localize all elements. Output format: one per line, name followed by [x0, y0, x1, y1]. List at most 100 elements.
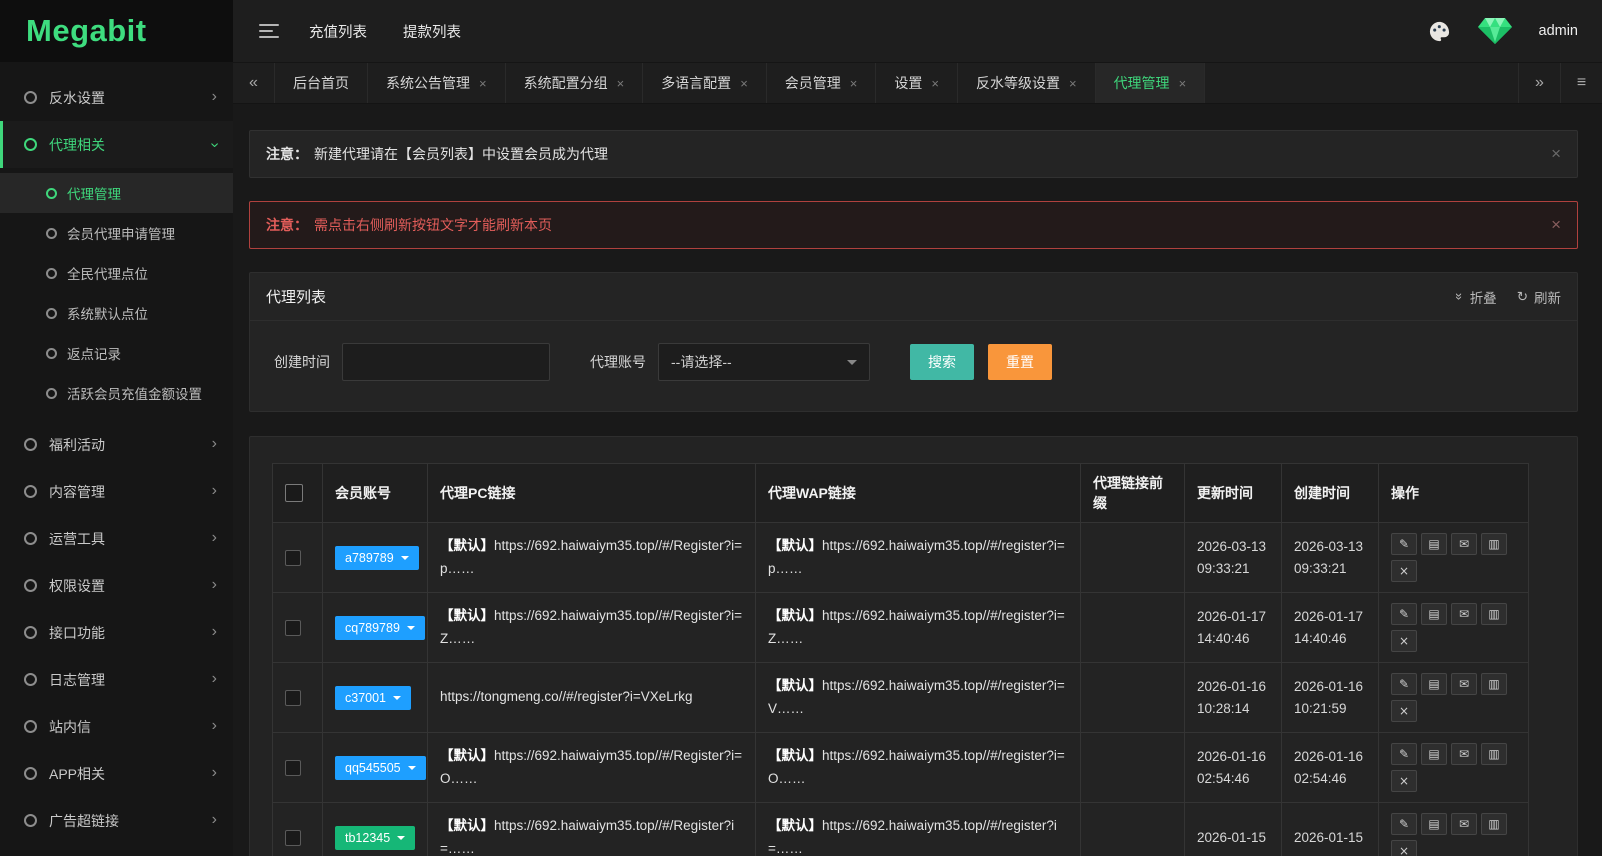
column-header: 代理链接前缀 — [1081, 464, 1185, 523]
sidebar-item[interactable]: APP相关› — [0, 750, 233, 797]
account-button[interactable]: c37001 — [335, 686, 411, 710]
sidebar-item[interactable]: 站内信› — [0, 703, 233, 750]
sidebar-item-label: 福利活动 — [49, 435, 212, 455]
mail-icon[interactable]: ✉ — [1451, 813, 1477, 835]
sidebar-subitem[interactable]: 代理管理 — [0, 173, 233, 213]
tab[interactable]: 代理管理× — [1096, 63, 1206, 103]
delete-button[interactable]: × — [1391, 630, 1417, 652]
agent-account-select[interactable]: --请选择-- — [658, 343, 870, 381]
tab[interactable]: 后台首页 — [275, 63, 368, 103]
edit-icon[interactable]: ✎ — [1391, 813, 1417, 835]
collapse-button[interactable]: » 折叠 — [1456, 287, 1496, 307]
sidebar-item[interactable]: 广告超链接› — [0, 797, 233, 844]
mail-icon[interactable]: ✉ — [1451, 673, 1477, 695]
search-button[interactable]: 搜索 — [910, 344, 974, 380]
row-actions: ✎▤✉▥ — [1391, 673, 1516, 695]
tab-close-icon[interactable]: × — [479, 76, 487, 91]
delete-button[interactable]: × — [1391, 560, 1417, 582]
alert-text: 新建代理请在【会员列表】中设置会员成为代理 — [314, 144, 608, 164]
mail-icon[interactable]: ✉ — [1451, 743, 1477, 765]
tab[interactable]: 多语言配置× — [643, 63, 767, 103]
gem-icon[interactable] — [1477, 16, 1513, 46]
sidebar-item[interactable]: 权限设置› — [0, 562, 233, 609]
sidebar-item[interactable]: 福利活动› — [0, 421, 233, 468]
tab-close-icon[interactable]: × — [931, 76, 939, 91]
account-button[interactable]: qq545505 — [335, 756, 426, 780]
tab-close-icon[interactable]: × — [617, 76, 625, 91]
content: 注意： 新建代理请在【会员列表】中设置会员成为代理 × 注意： 需点击右侧刷新按… — [233, 104, 1602, 856]
edit-icon[interactable]: ✎ — [1391, 533, 1417, 555]
file-icon[interactable]: ▥ — [1481, 673, 1507, 695]
theme-palette-icon[interactable] — [1428, 20, 1451, 43]
tab-close-icon[interactable]: × — [740, 76, 748, 91]
row-checkbox[interactable] — [285, 620, 301, 636]
row-checkbox[interactable] — [285, 690, 301, 706]
created-time-label: 创建时间 — [274, 352, 330, 372]
column-header: 创建时间 — [1282, 464, 1379, 523]
select-all-checkbox[interactable] — [285, 484, 303, 502]
alert-close-icon[interactable]: × — [1551, 215, 1561, 235]
tabs-scroll-right-icon[interactable]: » — [1518, 63, 1560, 103]
delete-button[interactable]: × — [1391, 770, 1417, 792]
account-button[interactable]: cq789789 — [335, 616, 425, 640]
row-checkbox[interactable] — [285, 830, 301, 846]
alert-close-icon[interactable]: × — [1551, 144, 1561, 164]
sidebar-item-label: APP相关 — [49, 764, 212, 784]
sidebar: Megabit 反水设置›代理相关›代理管理会员代理申请管理全民代理点位系统默认… — [0, 0, 233, 856]
tabs-menu-icon[interactable]: ≡ — [1560, 63, 1602, 103]
sidebar-item[interactable]: 日志管理› — [0, 656, 233, 703]
refresh-button[interactable]: ↻ 刷新 — [1517, 287, 1561, 307]
tab-close-icon[interactable]: × — [1179, 76, 1187, 91]
row-checkbox[interactable] — [285, 550, 301, 566]
main-area: 充值列表 提款列表 — [233, 0, 1602, 856]
created-time-input[interactable] — [342, 343, 550, 381]
file-icon[interactable]: ▥ — [1481, 743, 1507, 765]
delete-button[interactable]: × — [1391, 700, 1417, 722]
user-menu[interactable]: admin — [1539, 23, 1579, 39]
tab[interactable]: 设置× — [876, 63, 958, 103]
sidebar-subitem[interactable]: 全民代理点位 — [0, 253, 233, 293]
mail-icon[interactable]: ✉ — [1451, 603, 1477, 625]
mail-icon[interactable]: ✉ — [1451, 533, 1477, 555]
sidebar-subitem[interactable]: 系统默认点位 — [0, 293, 233, 333]
form-icon[interactable]: ▤ — [1421, 603, 1447, 625]
tab-close-icon[interactable]: × — [850, 76, 858, 91]
row-checkbox[interactable] — [285, 760, 301, 776]
sidebar-item[interactable]: 运营工具› — [0, 515, 233, 562]
topnav-withdraw-list[interactable]: 提款列表 — [403, 21, 461, 42]
account-button[interactable]: a789789 — [335, 546, 419, 570]
tab[interactable]: 反水等级设置× — [958, 63, 1096, 103]
topnav-deposit-list[interactable]: 充值列表 — [309, 21, 367, 42]
sidebar-item[interactable]: 反水设置› — [0, 74, 233, 121]
edit-icon[interactable]: ✎ — [1391, 603, 1417, 625]
sidebar-item[interactable]: 代理相关› — [0, 121, 233, 168]
chevron-right-icon: › — [212, 89, 217, 105]
file-icon[interactable]: ▥ — [1481, 533, 1507, 555]
tab[interactable]: 系统配置分组× — [506, 63, 644, 103]
hamburger-icon[interactable] — [259, 24, 279, 38]
form-icon[interactable]: ▤ — [1421, 673, 1447, 695]
edit-icon[interactable]: ✎ — [1391, 743, 1417, 765]
sidebar-subitem[interactable]: 活跃会员充值金额设置 — [0, 373, 233, 413]
tab[interactable]: 会员管理× — [767, 63, 877, 103]
tab[interactable]: 系统公告管理× — [368, 63, 506, 103]
circle-icon — [24, 532, 37, 545]
file-icon[interactable]: ▥ — [1481, 603, 1507, 625]
reset-button[interactable]: 重置 — [988, 344, 1052, 380]
tabs-scroll-left-icon[interactable]: « — [233, 63, 275, 103]
circle-icon — [24, 673, 37, 686]
form-icon[interactable]: ▤ — [1421, 743, 1447, 765]
form-icon[interactable]: ▤ — [1421, 533, 1447, 555]
edit-icon[interactable]: ✎ — [1391, 673, 1417, 695]
collapse-label: 折叠 — [1470, 287, 1497, 307]
sidebar-subitem[interactable]: 返点记录 — [0, 333, 233, 373]
tab-close-icon[interactable]: × — [1069, 76, 1077, 91]
file-icon[interactable]: ▥ — [1481, 813, 1507, 835]
sidebar-item[interactable]: 内容管理› — [0, 468, 233, 515]
sidebar-subitem[interactable]: 会员代理申请管理 — [0, 213, 233, 253]
delete-button[interactable]: × — [1391, 840, 1417, 856]
sidebar-item[interactable]: 接口功能› — [0, 609, 233, 656]
form-icon[interactable]: ▤ — [1421, 813, 1447, 835]
account-button[interactable]: tb12345 — [335, 826, 415, 850]
circle-icon — [46, 388, 57, 399]
